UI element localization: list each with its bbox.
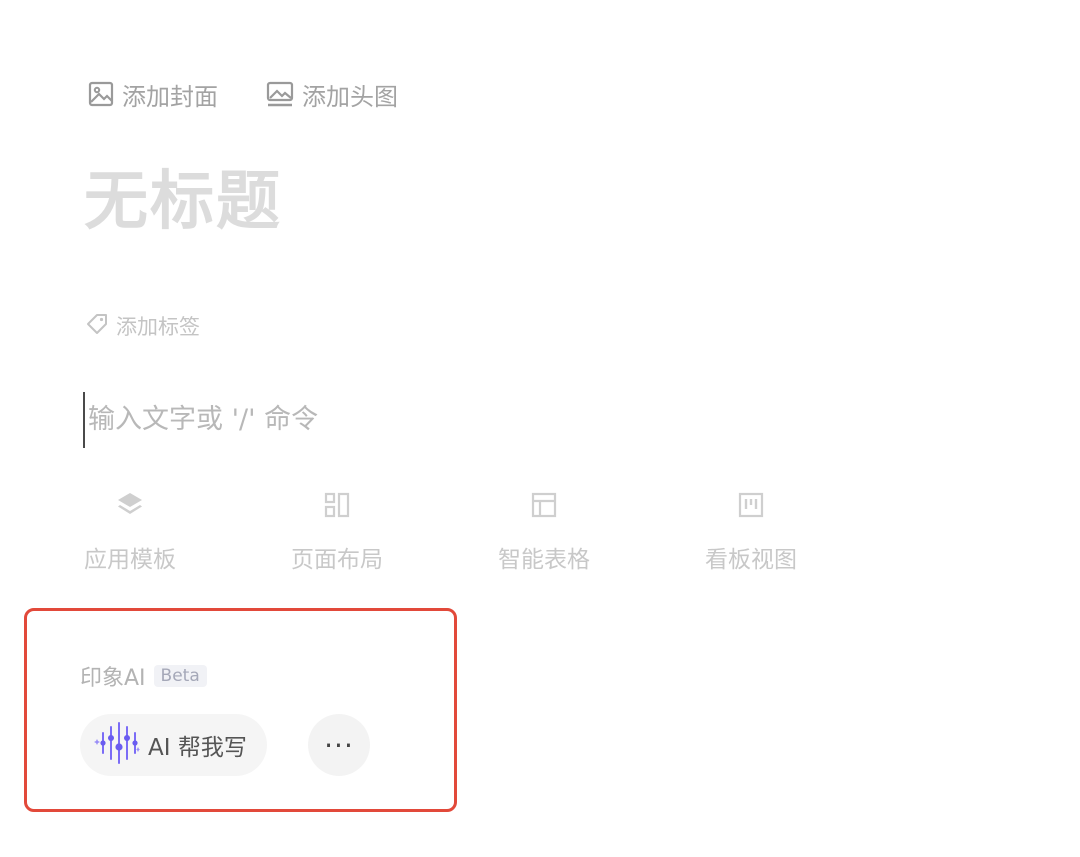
layers-icon <box>115 490 145 520</box>
banner-image-icon <box>266 81 294 107</box>
kanban-icon <box>736 490 766 520</box>
kanban-view-label: 看板视图 <box>705 547 797 573</box>
page-title[interactable]: 无标题 <box>84 162 282 242</box>
add-tag-button[interactable]: 添加标签 <box>84 310 200 341</box>
table-icon <box>529 490 559 520</box>
ai-panel-header: 印象AI Beta <box>80 660 207 692</box>
more-icon: ··· <box>324 728 354 762</box>
beta-badge: Beta <box>153 665 207 687</box>
apply-template-button[interactable]: 应用模板 <box>70 490 190 574</box>
add-banner-button[interactable]: 添加头图 <box>266 78 398 111</box>
smart-table-button[interactable]: 智能表格 <box>484 490 604 574</box>
add-banner-label: 添加头图 <box>302 82 398 111</box>
ai-panel-highlight <box>24 608 457 812</box>
ai-panel-title: 印象AI <box>80 666 146 691</box>
more-options-button[interactable]: ··· <box>308 714 370 776</box>
image-icon <box>88 81 114 107</box>
add-cover-label: 添加封面 <box>122 82 218 111</box>
ai-write-label: AI 帮我写 <box>148 735 247 761</box>
page-layout-label: 页面布局 <box>291 547 383 573</box>
add-tag-label: 添加标签 <box>116 314 200 339</box>
page-layout-button[interactable]: 页面布局 <box>277 490 397 574</box>
kanban-view-button[interactable]: 看板视图 <box>691 490 811 574</box>
smart-table-label: 智能表格 <box>498 547 590 573</box>
tag-icon <box>84 310 110 341</box>
sparkle-sliders-icon <box>94 719 140 771</box>
text-cursor <box>83 392 85 448</box>
editor-input[interactable]: 输入文字或 '/' 命令 <box>88 392 318 448</box>
add-cover-button[interactable]: 添加封面 <box>88 78 218 111</box>
apply-template-label: 应用模板 <box>84 547 176 573</box>
layout-icon <box>322 490 352 520</box>
ai-write-button[interactable]: AI 帮我写 <box>80 714 267 776</box>
